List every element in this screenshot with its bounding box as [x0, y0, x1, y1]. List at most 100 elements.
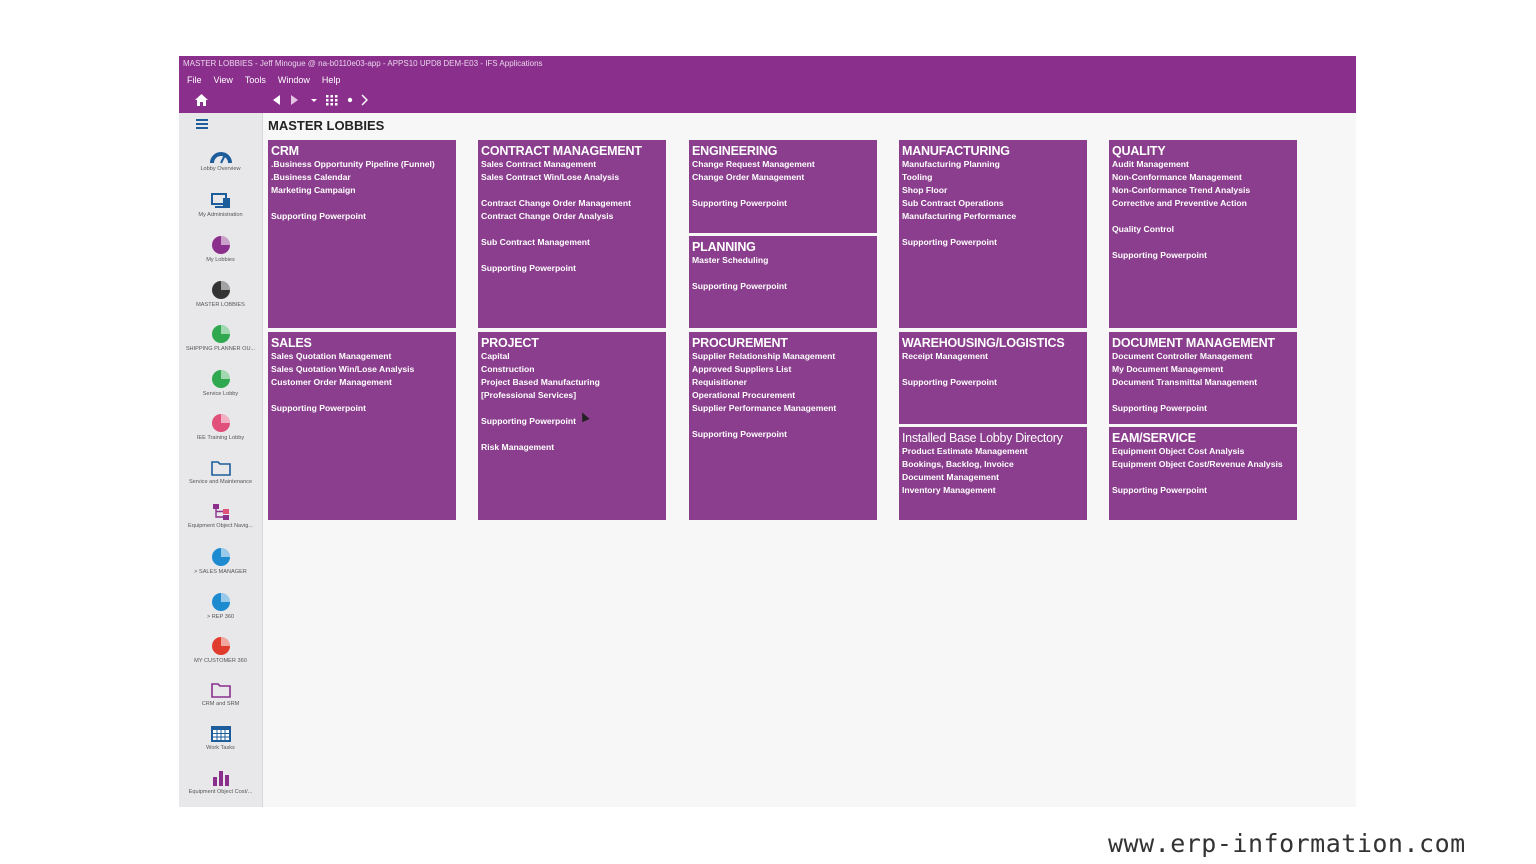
sidebar-item-sales-manager[interactable]: > SALES MANAGER [179, 547, 262, 575]
tile-eam-service[interactable]: EAM/SERVICE Equipment Object Cost Analys… [1109, 427, 1297, 520]
tile-link[interactable]: Manufacturing Planning [902, 158, 1084, 171]
tile-link[interactable]: Manufacturing Performance [902, 210, 1084, 223]
tile-link[interactable]: Sub Contract Operations [902, 197, 1084, 210]
tile-link[interactable]: Supporting Powerpoint [1112, 249, 1294, 262]
tile-link[interactable]: Sales Contract Management [481, 158, 663, 171]
tile-link[interactable]: Sales Quotation Management [271, 350, 453, 363]
tile-title: CONTRACT MANAGEMENT [481, 144, 642, 158]
grid-icon[interactable] [326, 94, 338, 109]
sidebar-item-work-tasks[interactable]: Work Tasks [179, 725, 262, 751]
tile-manufacturing[interactable]: MANUFACTURING Manufacturing Planning Too… [899, 140, 1087, 328]
sidebar-item-my-administration[interactable]: My Administration [179, 192, 262, 218]
tile-link[interactable]: Equipment Object Cost Analysis [1112, 445, 1294, 458]
dot-icon[interactable] [347, 94, 353, 109]
tile-link[interactable]: Shop Floor [902, 184, 1084, 197]
tile-link[interactable]: Contract Change Order Analysis [481, 210, 663, 223]
tile-link[interactable]: Approved Suppliers List [692, 363, 874, 376]
back-icon[interactable] [271, 94, 281, 109]
tile-link[interactable]: Sales Quotation Win/Lose Analysis [271, 363, 453, 376]
tile-sales[interactable]: SALES Sales Quotation Management Sales Q… [268, 332, 456, 520]
menu-tools[interactable]: Tools [245, 75, 266, 85]
sidebar-item-crm-and-srm[interactable]: CRM and SRM [179, 681, 262, 707]
tile-link[interactable]: Marketing Campaign [271, 184, 453, 197]
menu-view[interactable]: View [214, 75, 233, 85]
tile-link[interactable]: Corrective and Preventive Action [1112, 197, 1294, 210]
tile-link[interactable]: Change Request Management [692, 158, 874, 171]
menu-window[interactable]: Window [278, 75, 310, 85]
sidebar-item-my-customer-360[interactable]: MY CUSTOMER 360 [179, 636, 262, 664]
tile-link[interactable]: Inventory Management [902, 484, 1084, 497]
tile-link[interactable]: Supporting Powerpoint [481, 262, 663, 275]
sidebar-item-service-lobby[interactable]: Service Lobby [179, 369, 262, 397]
tile-link[interactable]: .Business Opportunity Pipeline (Funnel) [271, 158, 453, 171]
tile-link[interactable]: Non-Conformance Trend Analysis [1112, 184, 1294, 197]
tile-link[interactable]: Supporting Powerpoint [1112, 402, 1294, 415]
tile-link[interactable]: Capital [481, 350, 663, 363]
sidebar-item-service-and-maintenance[interactable]: Service and Maintenance [179, 459, 262, 485]
sidebar-item-rep-360[interactable]: > REP 360 [179, 592, 262, 620]
tile-link[interactable]: Change Order Management [692, 171, 874, 184]
tile-link[interactable]: Bookings, Backlog, Invoice [902, 458, 1084, 471]
tile-link[interactable]: Supporting Powerpoint [902, 236, 1084, 249]
tile-link[interactable]: Supporting Powerpoint [692, 197, 874, 210]
sidebar-item-lobby-overview[interactable]: Lobby Overview [179, 148, 262, 172]
sidebar-item-iee-training-lobby[interactable]: IEE Training Lobby [179, 413, 262, 441]
tile-installed-base[interactable]: Installed Base Lobby Directory Product E… [899, 427, 1087, 520]
sidebar-item-my-lobbies[interactable]: My Lobbies [179, 235, 262, 263]
chevron-right-icon[interactable] [360, 94, 369, 109]
tile-link[interactable]: Operational Procurement [692, 389, 874, 402]
tile-link[interactable]: Audit Management [1112, 158, 1294, 171]
sidebar-item-shipping-planner[interactable]: SHIPPING PLANNER OU... [179, 324, 262, 352]
tile-quality[interactable]: QUALITY Audit Management Non-Conformance… [1109, 140, 1297, 328]
tile-link[interactable]: Supporting Powerpoint [271, 402, 453, 415]
tile-engineering[interactable]: ENGINEERING Change Request Management Ch… [689, 140, 877, 233]
home-icon[interactable] [195, 94, 208, 109]
tile-link[interactable]: Equipment Object Cost/Revenue Analysis [1112, 458, 1294, 471]
tile-link[interactable]: Supporting Powerpoint [692, 280, 874, 293]
tile-contract-management[interactable]: CONTRACT MANAGEMENT Sales Contract Manag… [478, 140, 666, 328]
tile-link[interactable]: Tooling [902, 171, 1084, 184]
sidebar-item-equipment-object-cost[interactable]: Equipment Object Cost/... [179, 769, 262, 795]
tile-link[interactable]: Supporting Powerpoint [271, 210, 453, 223]
tile-link[interactable]: Contract Change Order Management [481, 197, 663, 210]
sidebar-item-label: My Lobbies [206, 257, 235, 263]
tile-link[interactable]: Sales Contract Win/Lose Analysis [481, 171, 663, 184]
tile-link[interactable]: Receipt Management [902, 350, 1084, 363]
tile-link[interactable]: Document Controller Management [1112, 350, 1294, 363]
tile-link[interactable]: Sub Contract Management [481, 236, 663, 249]
tile-link[interactable]: Supporting Powerpoint [692, 428, 874, 441]
tile-procurement[interactable]: PROCUREMENT Supplier Relationship Manage… [689, 332, 877, 520]
tile-link[interactable]: Construction [481, 363, 663, 376]
tile-link[interactable]: Non-Conformance Management [1112, 171, 1294, 184]
tile-link[interactable]: Quality Control [1112, 223, 1294, 236]
sidebar-item-equipment-object-navigator[interactable]: Equipment Object Navig... [179, 503, 262, 529]
tile-link[interactable]: Master Scheduling [692, 254, 874, 267]
tile-warehousing-logistics[interactable]: WAREHOUSING/LOGISTICS Receipt Management… [899, 332, 1087, 424]
tile-link[interactable]: Risk Management [481, 441, 663, 454]
tile-link[interactable]: Supplier Performance Management [692, 402, 874, 415]
dropdown-icon[interactable] [310, 94, 318, 109]
tile-crm[interactable]: CRM .Business Opportunity Pipeline (Funn… [268, 140, 456, 328]
tile-link[interactable]: Document Management [902, 471, 1084, 484]
forward-icon[interactable] [290, 94, 300, 109]
hamburger-menu-icon[interactable] [196, 119, 208, 129]
tile-link[interactable]: Supporting Powerpoint [1112, 484, 1294, 497]
tile-planning[interactable]: PLANNING Master Scheduling Supporting Po… [689, 236, 877, 328]
tile-link[interactable]: Document Transmittal Management [1112, 376, 1294, 389]
sidebar-item-master-lobbies[interactable]: MASTER LOBBIES [179, 280, 262, 308]
tile-link[interactable]: .Business Calendar [271, 171, 453, 184]
tile-link[interactable]: [Professional Services] [481, 389, 663, 402]
tile-document-management[interactable]: DOCUMENT MANAGEMENT Document Controller … [1109, 332, 1297, 424]
tile-project[interactable]: PROJECT Capital Construction Project Bas… [478, 332, 666, 520]
tile-link[interactable]: My Document Management [1112, 363, 1294, 376]
menu-file[interactable]: File [187, 75, 202, 85]
tile-link[interactable]: Supporting Powerpoint [481, 415, 663, 428]
menu-help[interactable]: Help [322, 75, 341, 85]
folder-icon [210, 461, 231, 476]
tile-link[interactable]: Supporting Powerpoint [902, 376, 1084, 389]
tile-link[interactable]: Product Estimate Management [902, 445, 1084, 458]
tile-link[interactable]: Requisitioner [692, 376, 874, 389]
tile-link[interactable]: Project Based Manufacturing [481, 376, 663, 389]
tile-link[interactable]: Customer Order Management [271, 376, 453, 389]
tile-link[interactable]: Supplier Relationship Management [692, 350, 874, 363]
